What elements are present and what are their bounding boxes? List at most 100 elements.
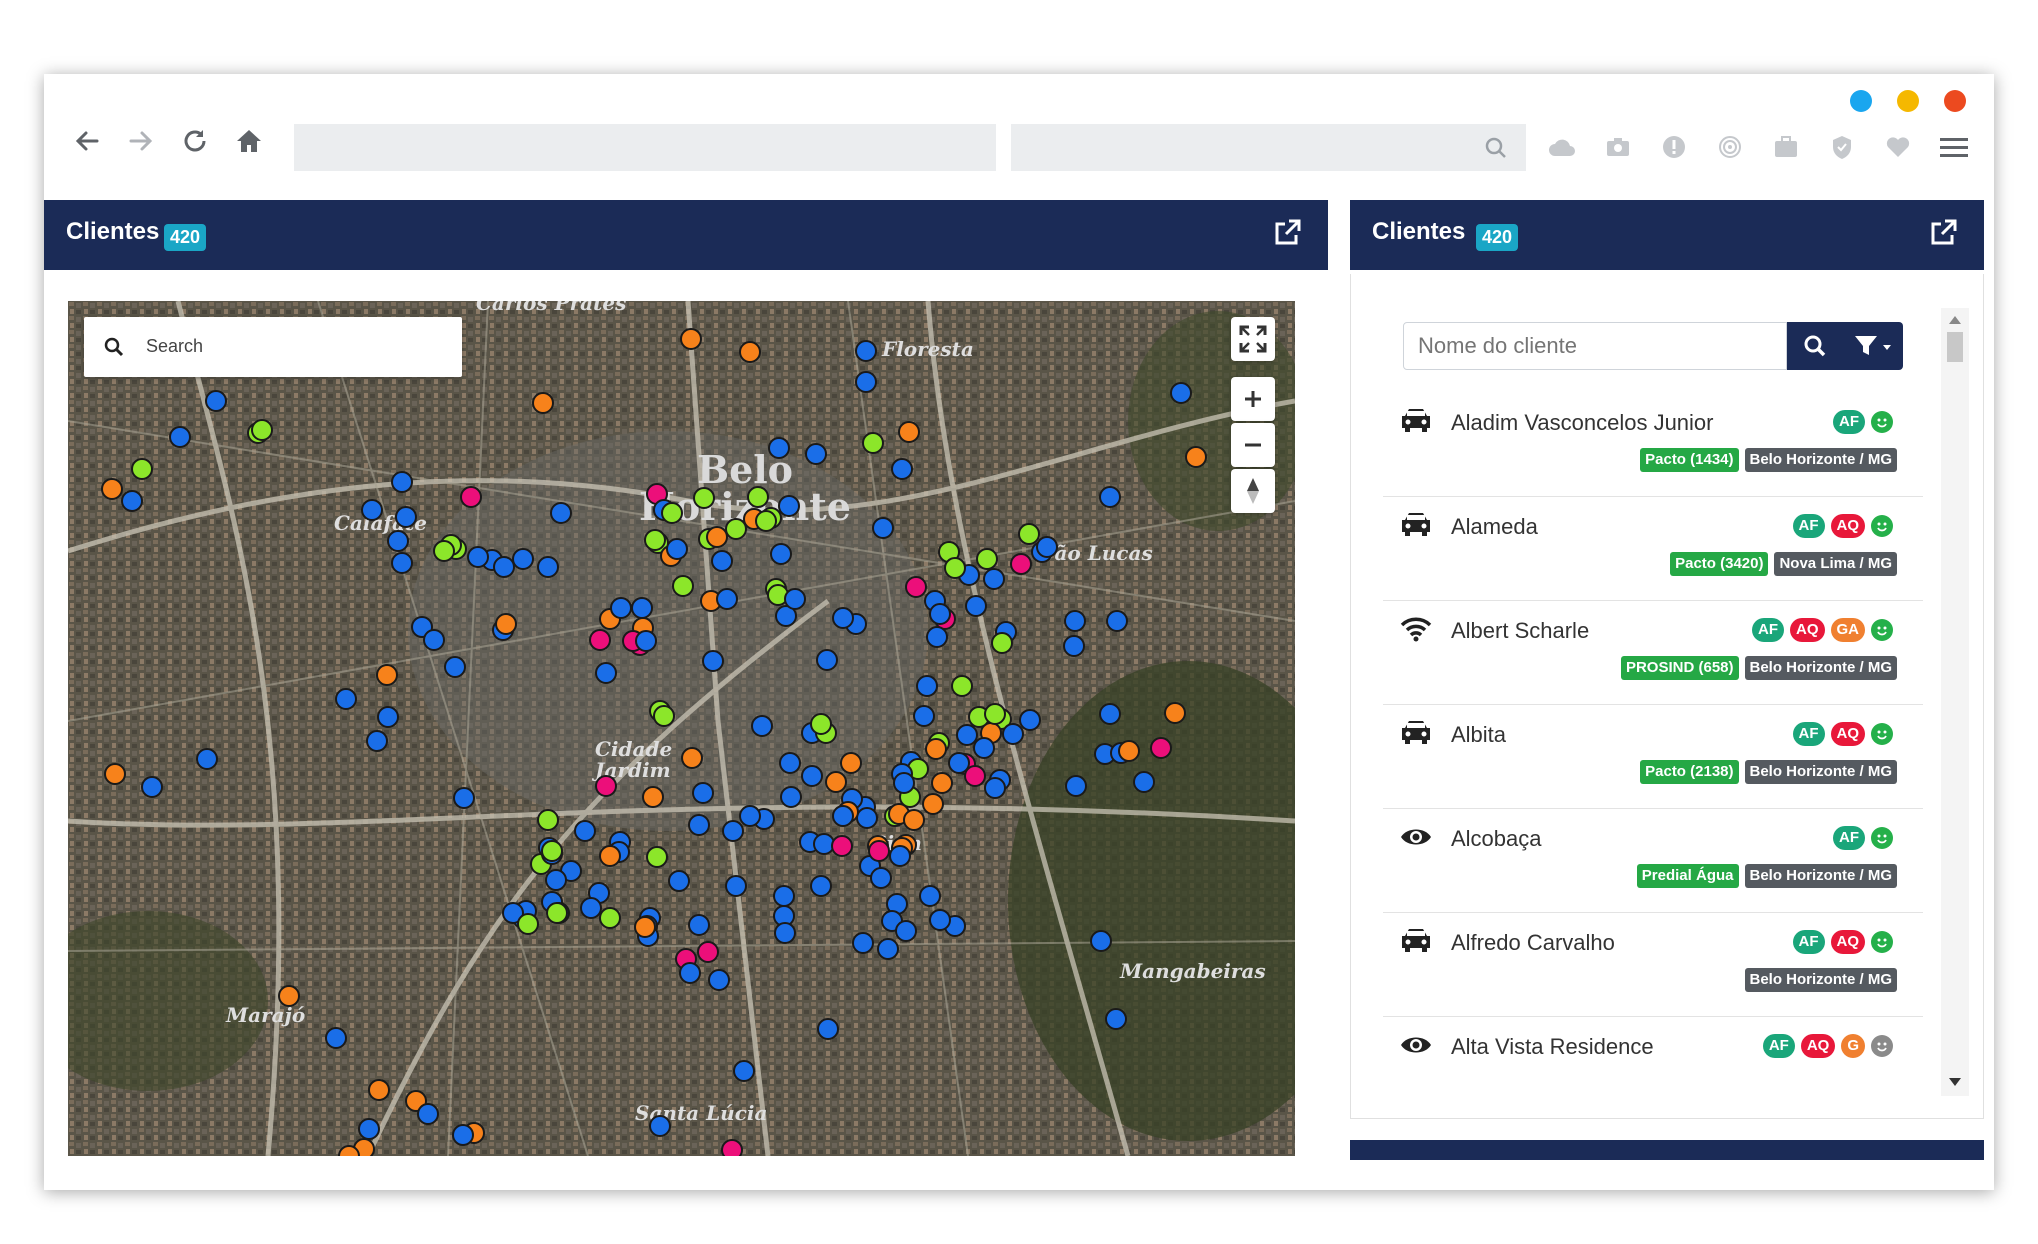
map-marker-blue[interactable] bbox=[679, 962, 701, 984]
map-marker-green[interactable] bbox=[810, 713, 832, 735]
map-marker-blue[interactable] bbox=[926, 626, 948, 648]
map-marker-blue[interactable] bbox=[805, 443, 827, 465]
map-marker-blue[interactable] bbox=[205, 390, 227, 412]
zoom-out-button[interactable] bbox=[1231, 423, 1275, 467]
fullscreen-button[interactable] bbox=[1231, 317, 1275, 361]
home-icon[interactable] bbox=[232, 124, 266, 158]
map-marker-orange[interactable] bbox=[642, 786, 664, 808]
map-marker-orange[interactable] bbox=[922, 793, 944, 815]
client-name-input[interactable] bbox=[1403, 322, 1787, 370]
map-marker-blue[interactable] bbox=[453, 787, 475, 809]
map-marker-pink[interactable] bbox=[1010, 553, 1032, 575]
client-row[interactable]: Alfredo Carvalho AF AQ Belo Horizonte / MG bbox=[1383, 912, 1923, 1017]
map-marker-pink[interactable] bbox=[868, 840, 890, 862]
map-marker-blue[interactable] bbox=[512, 548, 534, 570]
client-row[interactable]: Alcobaça AF Predial Água Belo Horizonte / M… bbox=[1383, 808, 1923, 913]
map-marker-blue[interactable] bbox=[779, 752, 801, 774]
map-marker-orange[interactable] bbox=[1164, 702, 1186, 724]
map-marker-orange[interactable] bbox=[1185, 446, 1207, 468]
map-marker-blue[interactable] bbox=[391, 471, 413, 493]
map-marker-blue[interactable] bbox=[452, 1124, 474, 1146]
map-marker-pink[interactable] bbox=[1150, 737, 1172, 759]
map-marker-pink[interactable] bbox=[721, 1139, 743, 1156]
map-marker-blue[interactable] bbox=[550, 502, 572, 524]
window-dot-blue[interactable] bbox=[1850, 90, 1872, 112]
alert-icon[interactable] bbox=[1658, 131, 1690, 163]
map-marker-blue[interactable] bbox=[948, 752, 970, 774]
map-marker-blue[interactable] bbox=[537, 556, 559, 578]
map-marker-blue[interactable] bbox=[1099, 486, 1121, 508]
client-row[interactable]: Albita AF AQ Pacto (2138) Belo Horizonte / M… bbox=[1383, 704, 1923, 809]
map-marker-blue[interactable] bbox=[784, 588, 806, 610]
map-marker-blue[interactable] bbox=[780, 786, 802, 808]
map-marker-blue[interactable] bbox=[856, 807, 878, 829]
map-marker-blue[interactable] bbox=[391, 552, 413, 574]
zoom-in-button[interactable] bbox=[1231, 377, 1275, 421]
map-marker-blue[interactable] bbox=[965, 595, 987, 617]
map-marker-blue[interactable] bbox=[631, 597, 653, 619]
map-marker-blue[interactable] bbox=[1170, 382, 1192, 404]
map-marker-green[interactable] bbox=[644, 529, 666, 551]
scroll-up-icon[interactable] bbox=[1949, 316, 1961, 324]
map-marker-blue[interactable] bbox=[668, 870, 690, 892]
map-marker-blue[interactable] bbox=[1099, 703, 1121, 725]
map-marker-green[interactable] bbox=[251, 419, 273, 441]
map-marker-blue[interactable] bbox=[1002, 723, 1024, 745]
shield-icon[interactable] bbox=[1826, 131, 1858, 163]
map-marker-blue[interactable] bbox=[751, 715, 773, 737]
map-marker-blue[interactable] bbox=[725, 875, 747, 897]
map-marker-blue[interactable] bbox=[778, 495, 800, 517]
map-marker-green[interactable] bbox=[131, 458, 153, 480]
map-marker-blue[interactable] bbox=[666, 538, 688, 560]
map-marker-blue[interactable] bbox=[919, 885, 941, 907]
map-marker-blue[interactable] bbox=[702, 650, 724, 672]
map-search-box[interactable]: Search bbox=[84, 317, 462, 377]
map-marker-blue[interactable] bbox=[891, 458, 913, 480]
map-marker-blue[interactable] bbox=[1019, 709, 1041, 731]
map-marker-green[interactable] bbox=[755, 510, 777, 532]
map-marker-blue[interactable] bbox=[545, 869, 567, 891]
map-marker-pink[interactable] bbox=[831, 835, 853, 857]
map-marker-green[interactable] bbox=[747, 486, 769, 508]
map-marker-pink[interactable] bbox=[589, 629, 611, 651]
menu-icon[interactable] bbox=[1938, 131, 1970, 163]
fingerprint-icon[interactable] bbox=[1714, 131, 1746, 163]
map-marker-orange[interactable] bbox=[840, 752, 862, 774]
map-marker-blue[interactable] bbox=[366, 730, 388, 752]
cloud-upload-icon[interactable] bbox=[1546, 131, 1578, 163]
map-marker-blue[interactable] bbox=[423, 629, 445, 651]
map-marker-blue[interactable] bbox=[774, 922, 796, 944]
map-marker-blue[interactable] bbox=[929, 909, 951, 931]
map-marker-blue[interactable] bbox=[770, 543, 792, 565]
map-marker-orange[interactable] bbox=[368, 1079, 390, 1101]
briefcase-icon[interactable] bbox=[1770, 131, 1802, 163]
client-row[interactable]: Aladim Vasconcelos Junior AF Pacto (1434) B… bbox=[1383, 392, 1923, 497]
map-marker-orange[interactable] bbox=[681, 747, 703, 769]
map-marker-blue[interactable] bbox=[916, 675, 938, 697]
map-marker-green[interactable] bbox=[984, 703, 1006, 725]
map-marker-blue[interactable] bbox=[358, 1118, 380, 1140]
external-link-icon[interactable] bbox=[1272, 218, 1302, 248]
map-marker-blue[interactable] bbox=[877, 938, 899, 960]
map-marker-blue[interactable] bbox=[387, 530, 409, 552]
map-marker-blue[interactable] bbox=[395, 506, 417, 528]
map-marker-blue[interactable] bbox=[574, 820, 596, 842]
map-marker-green[interactable] bbox=[951, 675, 973, 697]
map-marker-orange[interactable] bbox=[739, 341, 761, 363]
map-marker-green[interactable] bbox=[433, 540, 455, 562]
scroll-down-icon[interactable] bbox=[1949, 1078, 1961, 1086]
external-link-icon[interactable] bbox=[1928, 218, 1958, 248]
map-marker-blue[interactable] bbox=[169, 426, 191, 448]
filter-icon[interactable] bbox=[1853, 334, 1893, 358]
browser-search-bar[interactable] bbox=[1011, 124, 1526, 171]
map-marker-blue[interactable] bbox=[973, 737, 995, 759]
scroll-thumb[interactable] bbox=[1947, 332, 1963, 362]
map-marker-orange[interactable] bbox=[825, 771, 847, 793]
window-dot-red[interactable] bbox=[1944, 90, 1966, 112]
map-marker-orange[interactable] bbox=[903, 809, 925, 831]
list-scrollbar[interactable] bbox=[1941, 308, 1969, 1096]
map-marker-orange[interactable] bbox=[495, 613, 517, 635]
map-marker-blue[interactable] bbox=[817, 1018, 839, 1040]
map-marker-green[interactable] bbox=[693, 487, 715, 509]
map-marker-blue[interactable] bbox=[361, 499, 383, 521]
